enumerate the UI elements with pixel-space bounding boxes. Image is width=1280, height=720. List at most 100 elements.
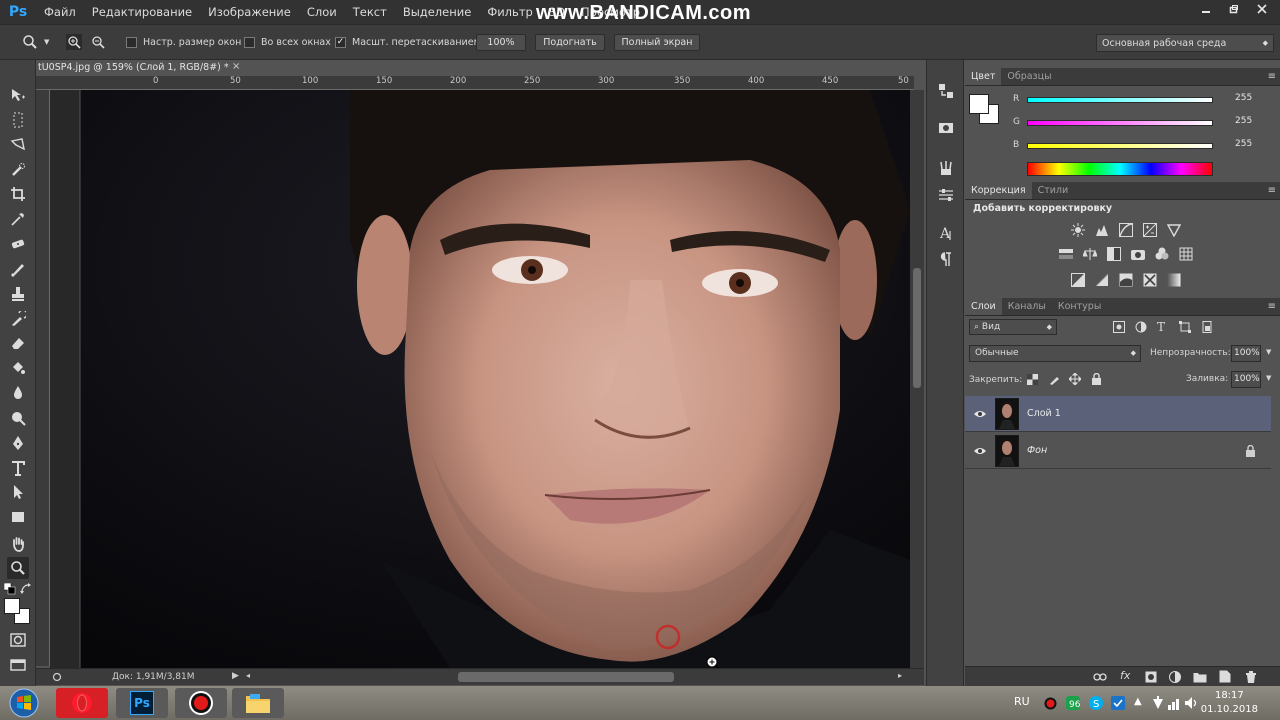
workspace-select[interactable]: Основная рабочая среда ◆: [1096, 34, 1274, 52]
paragraph-panel-icon[interactable]: [935, 248, 957, 270]
close-icon[interactable]: [1248, 0, 1276, 18]
windows-start-icon[interactable]: [2, 686, 46, 720]
color-balance-icon[interactable]: [1081, 246, 1099, 262]
filter-pixel-icon[interactable]: [1113, 321, 1125, 336]
blend-mode-select[interactable]: Обычные ◆: [969, 345, 1141, 362]
tab-adjustments[interactable]: Коррекция: [965, 182, 1032, 199]
skype-tray-icon[interactable]: S: [1089, 696, 1103, 713]
zoom-tool-icon[interactable]: [7, 557, 29, 579]
properties-panel-icon[interactable]: [935, 184, 957, 206]
show-hidden-icons-icon[interactable]: ▲: [1134, 696, 1142, 707]
curves-icon[interactable]: [1117, 222, 1135, 238]
posterize-icon[interactable]: [1093, 272, 1111, 288]
new-adjustment-layer-icon[interactable]: [1169, 671, 1181, 686]
zoom-in-icon[interactable]: [66, 34, 82, 50]
healing-brush-tool-icon[interactable]: [7, 233, 29, 255]
scroll-left-icon[interactable]: ◂: [246, 671, 250, 680]
visibility-eye-icon[interactable]: [973, 407, 987, 421]
layer-name[interactable]: Фон: [1027, 445, 1047, 456]
clone-stamp-tool-icon[interactable]: [7, 283, 29, 305]
quick-selection-tool-icon[interactable]: [7, 159, 29, 181]
menu-image[interactable]: Изображение: [200, 0, 299, 24]
filter-type-icon[interactable]: T: [1157, 320, 1165, 334]
menu-file[interactable]: Файл: [36, 0, 84, 24]
scrubby-zoom-check[interactable]: ✓: [335, 36, 346, 48]
paint-bucket-tool-icon[interactable]: [7, 357, 29, 379]
selective-color-icon[interactable]: [1141, 272, 1159, 288]
fill-dropdown-icon[interactable]: ▼: [1266, 374, 1271, 382]
quick-mask-icon[interactable]: [7, 629, 29, 651]
eyedropper-tool-icon[interactable]: [7, 208, 29, 230]
hue-saturation-icon[interactable]: [1057, 246, 1075, 262]
channel-mixer-icon[interactable]: [1153, 246, 1171, 262]
layer-row-layer1[interactable]: Слой 1: [965, 396, 1271, 432]
file-explorer-icon[interactable]: [232, 688, 284, 718]
threshold-icon[interactable]: [1117, 272, 1135, 288]
action-center-icon[interactable]: [1152, 696, 1164, 713]
lock-transparent-icon[interactable]: [1027, 374, 1038, 388]
green-track[interactable]: [1027, 120, 1213, 126]
system-clock[interactable]: 18:17 01.10.2018: [1201, 689, 1258, 717]
pen-tool-icon[interactable]: [7, 432, 29, 454]
filter-shape-icon[interactable]: [1179, 321, 1191, 336]
blur-tool-icon[interactable]: [7, 382, 29, 404]
minimize-icon[interactable]: [1192, 0, 1220, 18]
add-mask-icon[interactable]: [1145, 671, 1157, 686]
green-slider[interactable]: G 255: [1009, 116, 1279, 131]
move-tool-icon[interactable]: [7, 84, 29, 106]
status-settings-icon[interactable]: [52, 672, 62, 682]
scrubby-zoom-checkbox[interactable]: ✓ Масшт. перетаскиванием: [335, 34, 481, 50]
resize-windows-checkbox[interactable]: Настр. размер окон: [126, 34, 241, 50]
new-group-icon[interactable]: [1193, 671, 1207, 686]
layer-style-fx-icon[interactable]: fx: [1120, 669, 1130, 682]
layer-row-background[interactable]: Фон: [965, 433, 1271, 469]
new-layer-icon[interactable]: [1219, 670, 1231, 686]
info-panel-icon[interactable]: [935, 117, 957, 139]
filter-smart-object-icon[interactable]: [1201, 321, 1213, 336]
document-canvas[interactable]: [50, 90, 910, 668]
lock-position-icon[interactable]: [1068, 372, 1082, 388]
document-size-status[interactable]: Док: 1,91M/3,81M: [112, 672, 195, 682]
path-selection-tool-icon[interactable]: [7, 481, 29, 503]
screen-mode-icon[interactable]: [7, 654, 29, 676]
restore-icon[interactable]: [1220, 0, 1248, 18]
color-lookup-icon[interactable]: [1177, 246, 1195, 262]
rectangle-tool-icon[interactable]: [7, 506, 29, 528]
delete-layer-icon[interactable]: [1245, 670, 1257, 686]
fit-screen-button[interactable]: Подогнать: [535, 34, 605, 51]
zoom-icon[interactable]: ▼: [22, 34, 49, 50]
tray-app2-icon[interactable]: [1111, 696, 1125, 713]
zoom-100-button[interactable]: 100%: [476, 34, 526, 51]
tab-layers[interactable]: Слои: [965, 298, 1002, 315]
color-fg-swatch[interactable]: [969, 94, 989, 114]
tab-paths[interactable]: Контуры: [1052, 298, 1107, 315]
lasso-tool-icon[interactable]: [7, 134, 29, 156]
vertical-scrollbar[interactable]: [910, 90, 924, 668]
exposure-icon[interactable]: [1141, 222, 1159, 238]
red-slider[interactable]: R 255: [1009, 93, 1279, 108]
panel-menu-icon[interactable]: ≡: [1268, 182, 1276, 200]
fill-input[interactable]: 100%: [1231, 371, 1261, 388]
blue-slider[interactable]: B 255: [1009, 139, 1279, 154]
input-language[interactable]: RU: [1014, 695, 1030, 708]
fill-screen-button[interactable]: Полный экран: [614, 34, 700, 51]
document-close-icon[interactable]: ×: [232, 61, 240, 72]
lock-all-icon[interactable]: [1091, 372, 1102, 388]
status-menu-arrow-icon[interactable]: ▶: [232, 671, 239, 681]
horizontal-scrollbar-thumb[interactable]: [458, 672, 674, 682]
vibrance-icon[interactable]: [1165, 222, 1183, 238]
zoom-out-icon[interactable]: [90, 34, 106, 50]
tab-channels[interactable]: Каналы: [1002, 298, 1052, 315]
opera-icon[interactable]: [56, 688, 108, 718]
color-spectrum-bar[interactable]: [1027, 162, 1213, 176]
zoom-all-windows-check[interactable]: [244, 36, 255, 48]
brightness-icon[interactable]: [1069, 222, 1087, 238]
menu-layer[interactable]: Слои: [299, 0, 345, 24]
menu-filter[interactable]: Фильтр: [479, 0, 541, 24]
document-tab[interactable]: tU0SP4.jpg @ 159% (Слой 1, RGB/8#) *: [36, 60, 246, 76]
black-white-icon[interactable]: [1105, 246, 1123, 262]
panel-menu-icon[interactable]: ≡: [1268, 298, 1276, 316]
photo-filter-icon[interactable]: [1129, 246, 1147, 262]
green-value[interactable]: 255: [1235, 116, 1269, 130]
character-panel-icon[interactable]: A: [935, 222, 957, 244]
